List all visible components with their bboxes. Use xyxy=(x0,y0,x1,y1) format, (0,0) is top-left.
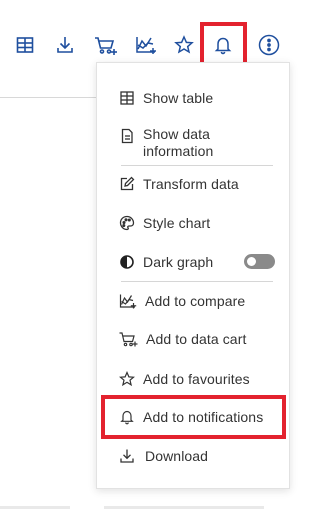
compare-chart-icon[interactable] xyxy=(133,33,159,57)
menu-item-label: Download xyxy=(145,448,209,464)
menu-item-label: Add to compare xyxy=(145,293,246,309)
star-icon xyxy=(118,370,135,387)
compare-chart-icon xyxy=(118,292,137,309)
table-icon xyxy=(118,89,135,106)
menu-item-show-table[interactable]: Show table xyxy=(97,88,289,108)
document-icon xyxy=(118,127,135,144)
menu-item-add-to-compare[interactable]: Add to compare xyxy=(97,291,289,311)
palette-icon xyxy=(118,214,135,231)
contrast-icon xyxy=(118,253,135,270)
menu-item-transform-data[interactable]: Transform data xyxy=(97,174,289,194)
cart-icon xyxy=(118,330,138,347)
notification-bell-icon[interactable] xyxy=(211,33,235,57)
menu-item-label: Transform data xyxy=(143,176,239,192)
menu-item-style-chart[interactable]: Style chart xyxy=(97,213,289,233)
menu-item-dark-graph[interactable]: Dark graph xyxy=(97,252,289,272)
more-options-menu: Show table Show data information Transfo… xyxy=(96,62,290,489)
menu-item-add-to-favourites[interactable]: Add to favourites xyxy=(97,369,289,389)
divider xyxy=(0,97,96,98)
download-icon[interactable] xyxy=(53,33,77,57)
menu-item-label: Dark graph xyxy=(143,254,214,270)
table-icon[interactable] xyxy=(13,33,37,57)
menu-item-add-to-notifications[interactable]: Add to notifications xyxy=(97,407,289,427)
menu-item-download[interactable]: Download xyxy=(97,446,289,466)
menu-item-label: Show table xyxy=(143,90,214,106)
toggle-knob xyxy=(247,257,256,266)
dark-graph-toggle[interactable] xyxy=(244,254,275,269)
menu-item-label: Add to data cart xyxy=(146,331,247,347)
menu-item-label-line1: Show data xyxy=(143,126,211,142)
menu-item-label-line2: information xyxy=(143,143,214,159)
menu-separator xyxy=(121,281,273,282)
more-options-icon[interactable] xyxy=(257,33,281,57)
menu-item-show-data-information[interactable]: Show data information xyxy=(97,125,289,159)
edit-icon xyxy=(118,175,135,192)
menu-item-label: Add to notifications xyxy=(143,409,264,425)
favourite-star-icon[interactable] xyxy=(172,33,196,57)
menu-separator xyxy=(121,165,273,166)
download-icon xyxy=(118,447,135,464)
menu-item-label: Add to favourites xyxy=(143,371,250,387)
menu-item-add-to-data-cart[interactable]: Add to data cart xyxy=(97,329,289,349)
menu-item-label: Style chart xyxy=(143,215,211,231)
add-to-cart-icon[interactable] xyxy=(92,33,120,57)
bell-icon xyxy=(118,408,135,425)
